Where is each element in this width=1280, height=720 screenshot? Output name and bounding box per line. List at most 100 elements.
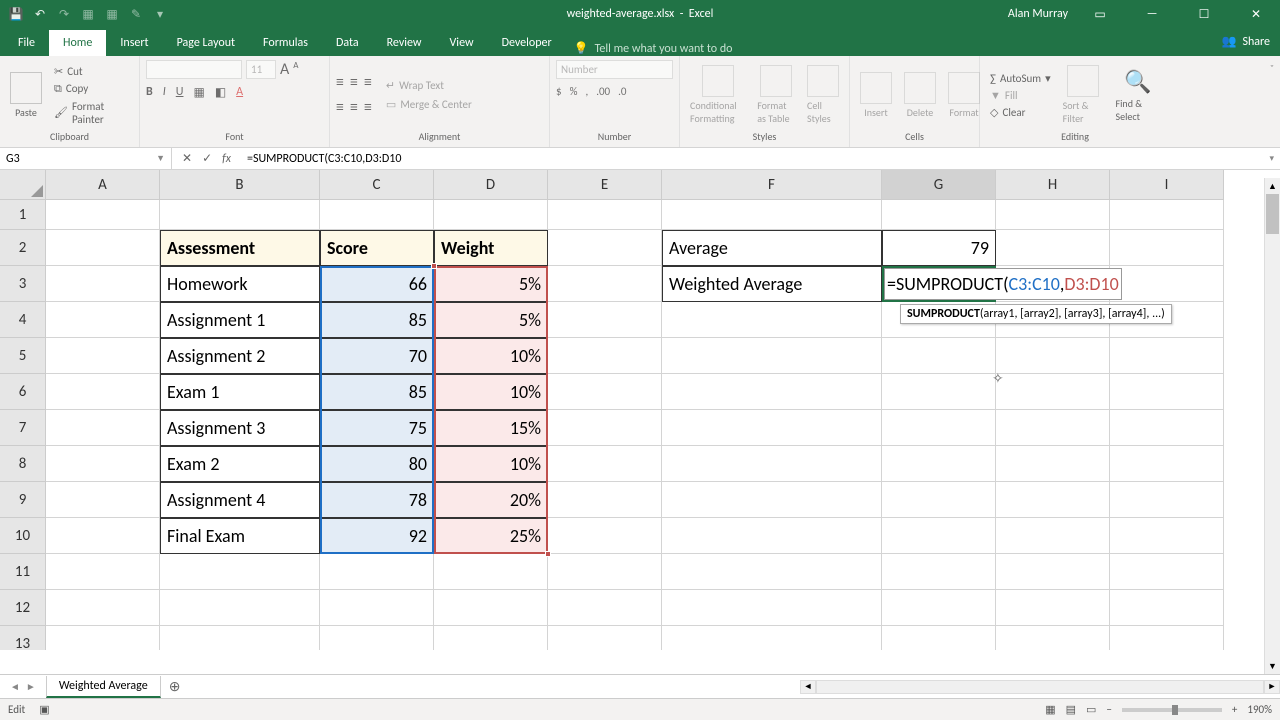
share-button[interactable]: 👥 Share bbox=[1221, 34, 1270, 49]
expand-formula-bar-icon[interactable]: ▾ bbox=[1263, 153, 1280, 164]
cell-d3[interactable]: 5% bbox=[434, 266, 548, 302]
delete-cells-button[interactable]: Delete bbox=[900, 70, 940, 121]
row-header-12[interactable]: 12 bbox=[0, 590, 46, 626]
range-handle-tl[interactable] bbox=[431, 263, 437, 269]
row-header-11[interactable]: 11 bbox=[0, 554, 46, 590]
col-header-d[interactable]: D bbox=[434, 170, 548, 200]
row-header-4[interactable]: 4 bbox=[0, 302, 46, 338]
hscroll-right-icon[interactable]: ► bbox=[1264, 680, 1280, 694]
sort-filter-button[interactable]: Sort & Filter bbox=[1059, 63, 1108, 127]
qat-icon-1[interactable]: ▦ bbox=[80, 6, 96, 22]
increase-font-icon[interactable]: A bbox=[280, 60, 289, 79]
col-header-i[interactable]: I bbox=[1110, 170, 1224, 200]
cell-b10[interactable]: Final Exam bbox=[160, 518, 320, 554]
close-icon[interactable]: ✕ bbox=[1236, 0, 1276, 28]
cell-b3[interactable]: Homework bbox=[160, 266, 320, 302]
cell-d4[interactable]: 5% bbox=[434, 302, 548, 338]
cell-c4[interactable]: 85 bbox=[320, 302, 434, 338]
cell-d9[interactable]: 20% bbox=[434, 482, 548, 518]
row-header-8[interactable]: 8 bbox=[0, 446, 46, 482]
copy-button[interactable]: ⧉Copy bbox=[50, 81, 133, 97]
tab-insert[interactable]: Insert bbox=[106, 30, 162, 56]
collapse-ribbon-icon[interactable]: ˇ bbox=[1270, 62, 1274, 75]
ribbon-options-icon[interactable]: ▭ bbox=[1080, 0, 1120, 28]
conditional-formatting-button[interactable]: Conditional Formatting bbox=[686, 63, 749, 127]
macro-record-icon[interactable]: ▣ bbox=[39, 703, 49, 716]
row-header-13[interactable]: 13 bbox=[0, 626, 46, 650]
fx-icon[interactable]: fx bbox=[222, 152, 231, 166]
row-header-1[interactable]: 1 bbox=[0, 200, 46, 230]
cell-c3[interactable]: 66 bbox=[320, 266, 434, 302]
cell-b4[interactable]: Assignment 1 bbox=[160, 302, 320, 338]
row-header-2[interactable]: 2 bbox=[0, 230, 46, 266]
align-center-icon[interactable]: ≡ bbox=[350, 98, 358, 117]
redo-icon[interactable]: ↷ bbox=[56, 6, 72, 22]
cell-c2[interactable]: Score bbox=[320, 230, 434, 266]
insert-cells-button[interactable]: Insert bbox=[856, 70, 896, 121]
fill-button[interactable]: ▼Fill bbox=[986, 88, 1055, 103]
sheet-tab-weighted-average[interactable]: Weighted Average bbox=[46, 676, 161, 698]
save-icon[interactable]: 💾 bbox=[8, 6, 24, 22]
row-header-7[interactable]: 7 bbox=[0, 410, 46, 446]
select-all-corner[interactable] bbox=[0, 170, 46, 200]
formula-input[interactable]: =SUMPRODUCT(C3:C10,D3:D10 bbox=[241, 152, 1263, 166]
vertical-scrollbar[interactable]: ▲ ▼ bbox=[1264, 178, 1280, 674]
cell-b7[interactable]: Assignment 3 bbox=[160, 410, 320, 446]
font-color-button[interactable]: A bbox=[236, 85, 243, 100]
percent-icon[interactable]: % bbox=[570, 85, 578, 98]
qat-icon-3[interactable]: ✎ bbox=[128, 6, 144, 22]
cell-g2[interactable]: 79 bbox=[882, 230, 996, 266]
border-button[interactable]: ▦ bbox=[193, 85, 204, 100]
maximize-icon[interactable]: ☐ bbox=[1184, 0, 1224, 28]
find-select-button[interactable]: 🔍Find & Select bbox=[1112, 66, 1164, 125]
enter-formula-icon[interactable]: ✓ bbox=[202, 151, 212, 166]
decrease-decimal-icon[interactable]: .0 bbox=[618, 85, 626, 98]
cell-styles-button[interactable]: Cell Styles bbox=[803, 63, 843, 127]
cell-c9[interactable]: 78 bbox=[320, 482, 434, 518]
zoom-out-icon[interactable]: − bbox=[1106, 703, 1111, 716]
decrease-font-icon[interactable]: A bbox=[293, 60, 298, 79]
new-sheet-button[interactable]: ⊕ bbox=[161, 678, 189, 695]
undo-icon[interactable]: ↶ bbox=[32, 6, 48, 22]
comma-icon[interactable]: , bbox=[585, 85, 588, 98]
view-page-break-icon[interactable]: ▭ bbox=[1086, 703, 1096, 716]
scroll-up-icon[interactable]: ▲ bbox=[1265, 178, 1280, 194]
cell-b8[interactable]: Exam 2 bbox=[160, 446, 320, 482]
row-header-3[interactable]: 3 bbox=[0, 266, 46, 302]
tab-review[interactable]: Review bbox=[373, 30, 436, 56]
row-header-6[interactable]: 6 bbox=[0, 374, 46, 410]
col-header-c[interactable]: C bbox=[320, 170, 434, 200]
paste-button[interactable]: Paste bbox=[6, 70, 46, 121]
wrap-text-button[interactable]: ↵Wrap Text bbox=[382, 78, 476, 93]
minimize-icon[interactable]: — bbox=[1132, 0, 1172, 28]
cell-c7[interactable]: 75 bbox=[320, 410, 434, 446]
cell-b9[interactable]: Assignment 4 bbox=[160, 482, 320, 518]
cell-f2[interactable]: Average bbox=[662, 230, 882, 266]
align-left-icon[interactable]: ≡ bbox=[336, 98, 344, 117]
align-right-icon[interactable]: ≡ bbox=[364, 98, 372, 117]
currency-icon[interactable]: $ bbox=[556, 85, 562, 98]
col-header-b[interactable]: B bbox=[160, 170, 320, 200]
cell-d6[interactable]: 10% bbox=[434, 374, 548, 410]
cell-f3[interactable]: Weighted Average bbox=[662, 266, 882, 302]
font-size-input[interactable] bbox=[246, 60, 276, 79]
italic-button[interactable]: I bbox=[163, 85, 166, 100]
zoom-value[interactable]: 190% bbox=[1247, 703, 1272, 716]
cell-b6[interactable]: Exam 1 bbox=[160, 374, 320, 410]
tab-home[interactable]: Home bbox=[49, 30, 106, 56]
col-header-a[interactable]: A bbox=[46, 170, 160, 200]
cell-c10[interactable]: 92 bbox=[320, 518, 434, 554]
number-format-select[interactable] bbox=[556, 60, 673, 79]
row-header-9[interactable]: 9 bbox=[0, 482, 46, 518]
qat-customize-icon[interactable]: ▾ bbox=[152, 6, 168, 22]
qat-icon-2[interactable]: ▦ bbox=[104, 6, 120, 22]
range-handle-br[interactable] bbox=[545, 551, 551, 557]
scroll-down-icon[interactable]: ▼ bbox=[1265, 658, 1280, 674]
cell-b2[interactable]: Assessment bbox=[160, 230, 320, 266]
tab-file[interactable]: File bbox=[4, 30, 49, 56]
cell-d2[interactable]: Weight bbox=[434, 230, 548, 266]
row-header-10[interactable]: 10 bbox=[0, 518, 46, 554]
merge-center-button[interactable]: ▭Merge & Center bbox=[382, 97, 476, 112]
cancel-formula-icon[interactable]: ✕ bbox=[182, 151, 192, 166]
font-name-input[interactable] bbox=[146, 60, 242, 79]
